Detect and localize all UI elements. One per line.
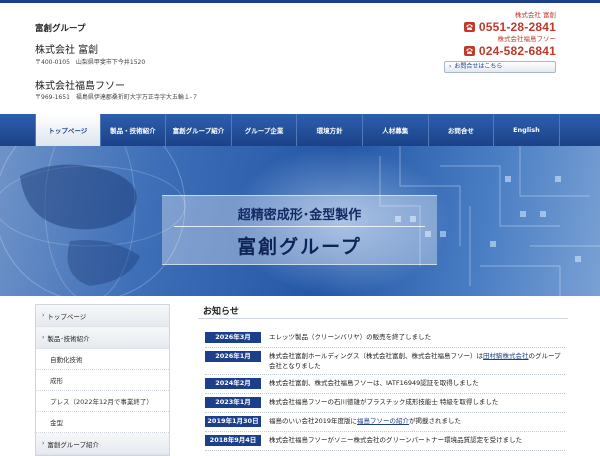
hero-subtitle: 超精密成形･金型製作 — [237, 208, 362, 223]
nav-item-group-intro[interactable]: 富創グループ紹介 — [166, 114, 232, 146]
sidebar-subitem-press[interactable]: プレス（2022年12月で事業終了） — [36, 391, 169, 412]
news-heading: お知らせ — [203, 307, 239, 317]
chevron-right-icon: › — [42, 312, 45, 319]
nav-item-environment[interactable]: 環境方針 — [297, 114, 363, 146]
news-text: 福島のいい会社2019年度版に福島フソーの紹介が掲載されました — [269, 416, 461, 426]
sidebar-item-top[interactable]: › トップページ — [36, 305, 169, 327]
nav-item-top[interactable]: トップページ — [35, 114, 101, 146]
header-top-line — [0, 0, 600, 3]
sidebar-subitem-automation[interactable]: 自動化技術 — [36, 349, 169, 370]
news-text-part: 株式会社富創ホールディングス（株式会社富創、株式会社福島フソー）は — [269, 352, 484, 360]
chevron-right-icon: › — [42, 334, 45, 341]
chevron-right-icon: › — [42, 440, 45, 447]
company2-address: 〒969-1651 福島県伊達郡桑折町大字万正寺字大五輪１-７ — [35, 94, 199, 101]
news-text: 株式会社福島フソーの石川徳雄がプラスチック成形技能士 特級を取得しました — [269, 398, 499, 406]
company1-address: 〒400-0105 山梨県甲斐市下今井1520 — [35, 59, 146, 66]
news-text: 株式会社富創、株式会社福島フソーは、IATF16949認証を取得しました — [269, 379, 479, 387]
hero-title: 富創グループ — [237, 236, 362, 258]
sidebar-item-label: 製品･技術紹介 — [47, 334, 90, 343]
nav-item-group-companies[interactable]: グループ企業 — [232, 114, 298, 146]
inquiry-button-label: お問合せはこちら — [454, 63, 503, 70]
news-text-part: が掲載されました — [409, 417, 462, 425]
news-item: 2024年2月 株式会社富創、株式会社福島フソーは、IATF16949認証を取得… — [205, 375, 565, 394]
news-item: 2026年1月 株式会社富創ホールディングス（株式会社富創、株式会社福島フソー）… — [205, 348, 565, 375]
news-link-fukushima-fuso[interactable]: 福島フソーの紹介 — [357, 417, 409, 425]
news-date-badge: 2024年2月 — [205, 378, 261, 389]
news-text: 株式会社福島フソーがソニー株式会社のグリーンパートナー環境品質認定を受けました — [269, 436, 523, 444]
news-date-badge: 2026年3月 — [205, 332, 261, 343]
news-list: 2026年3月 エレッツ製品（クリーンバリヤ）の販売を終了しました 2026年1… — [205, 329, 565, 451]
contact-block: 株式会社 富創 0551-28-2841 株式会社福島フソー 024-582-6… — [444, 10, 556, 73]
phone-icon — [463, 22, 475, 32]
group-name: 富創グループ — [35, 24, 86, 34]
sidebar-menu: › トップページ › 製品･技術紹介 自動化技術 成形 プレス（2022年12月… — [35, 304, 170, 456]
news-date-badge: 2019年1月30日 — [205, 416, 261, 427]
contact1-company: 株式会社 富創 — [514, 11, 556, 19]
phone-icon — [463, 46, 475, 56]
sidebar-item-group-intro[interactable]: › 富創グループ紹介 — [36, 433, 169, 455]
nav-item-english[interactable]: English — [494, 114, 560, 146]
main-nav: トップページ 製品・技術紹介 富創グループ紹介 グループ企業 環境方針 人材募集… — [0, 114, 600, 146]
contact1-tel[interactable]: 0551-28-2841 — [444, 20, 556, 34]
inquiry-button[interactable]: › お問合せはこちら — [444, 61, 556, 73]
sidebar-subitem-molding[interactable]: 成形 — [36, 370, 169, 391]
sidebar-item-products[interactable]: › 製品･技術紹介 — [36, 327, 169, 349]
contact1-tel-number: 0551-28-2841 — [478, 20, 556, 34]
news-item: 2019年1月30日 福島のいい会社2019年度版に福島フソーの紹介が掲載されま… — [205, 413, 565, 432]
nav-item-products[interactable]: 製品・技術紹介 — [101, 114, 167, 146]
hero-title-panel: 超精密成形･金型製作 富創グループ — [162, 195, 437, 265]
company2-name: 株式会社福島フソー — [35, 81, 125, 92]
news-link-tamurakoma[interactable]: 田村駒株式会社 — [483, 352, 529, 360]
news-text-part: 福島のいい会社2019年度版に — [269, 417, 358, 425]
sidebar-item-label: トップページ — [47, 312, 87, 321]
news-text: エレッツ製品（クリーンバリヤ）の販売を終了しました — [269, 333, 432, 341]
news-item: 2023年1月 株式会社福島フソーの石川徳雄がプラスチック成形技能士 特級を取得… — [205, 394, 565, 413]
hero-banner: 超精密成形･金型製作 富創グループ — [0, 146, 600, 296]
news-date-badge: 2018年9月4日 — [205, 435, 261, 446]
nav-item-recruit[interactable]: 人材募集 — [363, 114, 429, 146]
news-divider — [198, 318, 568, 319]
news-date-badge: 2026年1月 — [205, 351, 261, 362]
contact2-tel-number: 024-582-6841 — [478, 44, 556, 58]
news-item: 2026年3月 エレッツ製品（クリーンバリヤ）の販売を終了しました — [205, 329, 565, 348]
sidebar-item-label: 富創グループ紹介 — [47, 440, 100, 449]
nav-item-contact[interactable]: お問合せ — [429, 114, 495, 146]
contact2-tel[interactable]: 024-582-6841 — [444, 44, 556, 58]
news-date-badge: 2023年1月 — [205, 397, 261, 408]
hero-divider — [174, 226, 425, 227]
news-item: 2018年9月4日 株式会社福島フソーがソニー株式会社のグリーンパートナー環境品… — [205, 432, 565, 451]
news-text: 株式会社富創ホールディングス（株式会社富創、株式会社福島フソー）は田村駒株式会社… — [269, 351, 565, 371]
company1-name: 株式会社 富創 — [35, 45, 99, 56]
contact2-company: 株式会社福島フソー — [497, 35, 557, 43]
chevron-right-icon: › — [449, 63, 452, 70]
sidebar-subitem-mold[interactable]: 金型 — [36, 412, 169, 433]
